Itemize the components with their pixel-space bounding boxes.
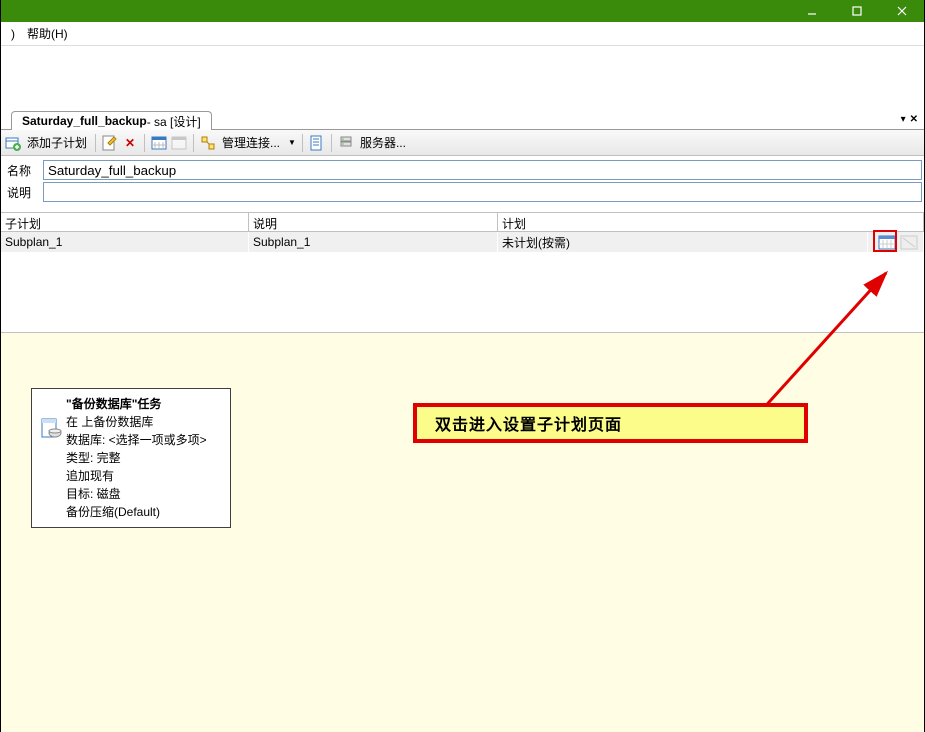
manage-conn-icon: [200, 135, 216, 151]
col-desc[interactable]: 说明: [249, 213, 498, 232]
manage-conn-label: 管理连接...: [220, 132, 282, 153]
chevron-down-icon: ▼: [288, 138, 296, 147]
calendar-tb-icon[interactable]: [151, 135, 167, 151]
task-line5: 目标: 磁盘: [66, 485, 222, 503]
window-titlebar: [1, 0, 924, 22]
task-line3: 类型: 完整: [66, 449, 222, 467]
toolbar: 添加子计划 ✕ 管理连接... ▼ 服务器...: [1, 130, 924, 156]
tab-suffix: - sa [设计]: [147, 113, 201, 130]
close-button[interactable]: [879, 0, 924, 22]
tab-dropdown-icon[interactable]: ▾: [901, 114, 906, 125]
task-box[interactable]: "备份数据库"任务 在 上备份数据库 数据库: <选择一项或多项> 类型: 完整…: [31, 388, 231, 528]
desc-field[interactable]: [43, 182, 922, 202]
annotation-highlight: [873, 230, 897, 252]
grid-whitespace: [1, 252, 924, 332]
manage-conn-button[interactable]: 管理连接... ▼: [200, 132, 296, 153]
task-line2: 数据库: <选择一项或多项>: [66, 431, 222, 449]
server-button[interactable]: 服务器...: [338, 132, 408, 153]
cell-plan: 未计划(按需): [498, 232, 868, 252]
menu-help[interactable]: 帮助(H): [21, 22, 74, 45]
schedule-disabled-icon: [899, 233, 919, 251]
edit-icon[interactable]: [102, 135, 118, 151]
backup-task-icon: [40, 417, 62, 441]
tab-name: Saturday_full_backup: [22, 114, 147, 128]
minimize-button[interactable]: [789, 0, 834, 22]
task-line6: 备份压缩(Default): [66, 503, 222, 521]
name-field[interactable]: [43, 160, 922, 180]
form-area: 名称 说明: [1, 156, 924, 206]
server-label: 服务器...: [358, 132, 408, 153]
col-subplan[interactable]: 子计划: [1, 213, 249, 232]
annotation-box: 双击进入设置子计划页面: [413, 403, 808, 443]
document-tab-row: Saturday_full_backup - sa [设计] ▾ ✕: [1, 110, 924, 130]
calendar-disabled-icon: [171, 135, 187, 151]
task-line1: 在 上备份数据库: [66, 413, 222, 431]
cell-subplan[interactable]: Subplan_1: [1, 232, 249, 252]
name-label: 名称: [3, 162, 43, 179]
col-plan[interactable]: 计划: [498, 213, 924, 232]
tab-close-icon[interactable]: ✕: [910, 114, 918, 125]
add-subplan-icon: [5, 135, 21, 151]
add-subplan-label: 添加子计划: [25, 132, 89, 153]
maximize-button[interactable]: [834, 0, 879, 22]
grid-header: 子计划 说明 计划: [1, 212, 924, 232]
task-line4: 追加现有: [66, 467, 222, 485]
menubar: ) 帮助(H): [1, 22, 924, 46]
design-surface[interactable]: "备份数据库"任务 在 上备份数据库 数据库: <选择一项或多项> 类型: 完整…: [1, 332, 924, 732]
add-subplan-button[interactable]: 添加子计划: [5, 132, 89, 153]
grid-row[interactable]: Subplan_1 Subplan_1 未计划(按需): [1, 232, 924, 252]
annotation-text: 双击进入设置子计划页面: [435, 411, 622, 435]
document-tab[interactable]: Saturday_full_backup - sa [设计]: [11, 111, 212, 130]
delete-icon[interactable]: ✕: [122, 135, 138, 151]
server-icon: [338, 135, 354, 151]
report-icon[interactable]: [309, 135, 325, 151]
menu-prefix: ): [5, 24, 21, 44]
blank-area: [1, 46, 924, 110]
task-title: "备份数据库"任务: [66, 395, 222, 413]
desc-label: 说明: [3, 184, 43, 201]
cell-desc[interactable]: Subplan_1: [249, 232, 498, 252]
